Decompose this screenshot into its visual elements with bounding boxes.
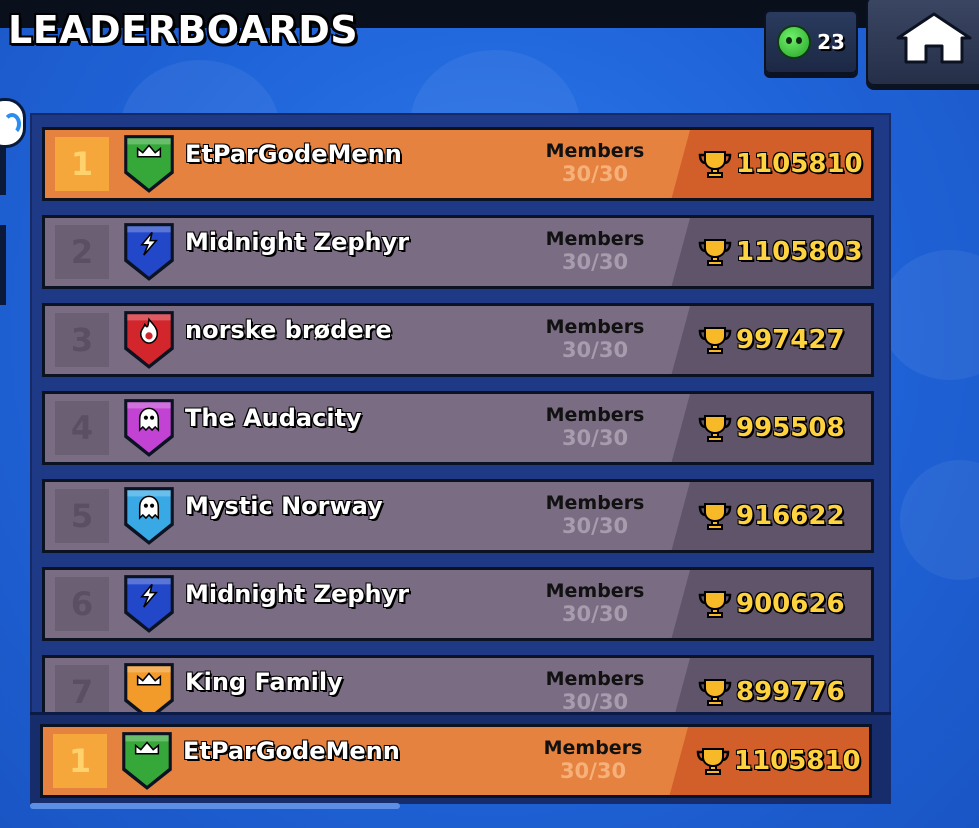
leaderboard-row[interactable]: 3 norske brødere Members 30/30 997427	[42, 303, 874, 377]
members-info: Members 30/30	[538, 737, 648, 783]
leaderboard-row[interactable]: 5 Mystic Norway Members 30/30 916622	[42, 479, 874, 553]
side-tab[interactable]	[0, 225, 6, 305]
members-label: Members	[545, 668, 645, 690]
members-info: Members 30/30	[540, 492, 650, 538]
leaderboard-row[interactable]: 4 The Audacity Members 30/30 995508	[42, 391, 874, 465]
club-name: norske brødere	[185, 316, 392, 344]
token-count: 23	[817, 30, 845, 54]
trophy-count: 997427	[736, 325, 845, 355]
rank-number: 7	[55, 665, 109, 719]
rank-number: 1	[53, 734, 107, 788]
trophy-count: 1105810	[734, 746, 861, 776]
club-name: King Family	[185, 668, 343, 696]
flame-badge-icon	[121, 308, 177, 374]
members-count: 30/30	[561, 690, 629, 714]
trophy-panel: 1105803	[670, 218, 871, 286]
trophy-panel: 1105810	[670, 130, 871, 198]
members-label: Members	[545, 404, 645, 426]
page-title: LEADERBOARDS	[8, 8, 359, 52]
members-count: 30/30	[561, 162, 629, 186]
trophy-count: 900626	[736, 589, 845, 619]
members-count: 30/30	[559, 759, 627, 783]
members-label: Members	[545, 492, 645, 514]
trophy-icon	[696, 748, 730, 775]
bolt-badge-icon	[121, 220, 177, 286]
trophy-panel: 1105810	[668, 727, 869, 795]
leaderboard-row[interactable]: 1 EtParGodeMenn Members 30/30 1105810	[42, 127, 874, 201]
members-count: 30/30	[561, 426, 629, 450]
bolt-badge-icon	[121, 572, 177, 638]
crown-badge-icon	[119, 729, 175, 795]
members-info: Members 30/30	[540, 140, 650, 186]
ghost-badge-icon	[121, 484, 177, 550]
members-label: Members	[543, 737, 643, 759]
rank-number: 6	[55, 577, 109, 631]
trophy-icon	[698, 239, 732, 266]
members-info: Members 30/30	[540, 228, 650, 274]
members-label: Members	[545, 228, 645, 250]
trophy-count: 995508	[736, 413, 845, 443]
trophy-panel: 916622	[670, 482, 871, 550]
members-label: Members	[545, 140, 645, 162]
trophy-icon	[698, 591, 732, 618]
trophy-panel: 995508	[670, 394, 871, 462]
club-name: Midnight Zephyr	[185, 228, 410, 256]
members-count: 30/30	[561, 514, 629, 538]
scrollbar[interactable]	[30, 803, 400, 809]
green-skull-token-icon	[777, 25, 812, 59]
members-info: Members 30/30	[540, 404, 650, 450]
trophy-count: 1105803	[736, 237, 863, 267]
leaderboard-row[interactable]: 6 Midnight Zephyr Members 30/30 900626	[42, 567, 874, 641]
club-name: Midnight Zephyr	[185, 580, 410, 608]
members-count: 30/30	[561, 602, 629, 626]
trophy-count: 899776	[736, 677, 845, 707]
trophy-icon	[698, 503, 732, 530]
rank-number: 5	[55, 489, 109, 543]
trophy-panel: 900626	[670, 570, 871, 638]
members-info: Members 30/30	[540, 668, 650, 714]
leaderboard-list[interactable]: 1 EtParGodeMenn Members 30/30 1105810 2 …	[30, 113, 891, 803]
background-skull-decoration	[900, 460, 979, 580]
trophy-count: 1105810	[736, 149, 863, 179]
members-label: Members	[545, 580, 645, 602]
trophy-icon	[698, 151, 732, 178]
club-name: Mystic Norway	[185, 492, 383, 520]
background-skull-decoration	[880, 250, 979, 380]
crown-badge-icon	[121, 132, 177, 198]
leaderboard-row[interactable]: 2 Midnight Zephyr Members 30/30 1105803	[42, 215, 874, 289]
trophy-icon	[698, 679, 732, 706]
trophy-count: 916622	[736, 501, 845, 531]
info-bubble-button[interactable]	[0, 98, 26, 148]
home-icon	[896, 12, 972, 64]
club-name: EtParGodeMenn	[183, 737, 400, 765]
trophy-icon	[698, 327, 732, 354]
trophy-icon	[698, 415, 732, 442]
members-count: 30/30	[561, 250, 629, 274]
members-label: Members	[545, 316, 645, 338]
club-name: The Audacity	[185, 404, 362, 432]
rank-number: 2	[55, 225, 109, 279]
home-button[interactable]	[866, 0, 979, 86]
members-info: Members 30/30	[540, 580, 650, 626]
members-count: 30/30	[561, 338, 629, 362]
side-tab[interactable]	[0, 145, 6, 195]
club-name: EtParGodeMenn	[185, 140, 402, 168]
rank-number: 1	[55, 137, 109, 191]
token-counter[interactable]: 23	[764, 10, 858, 74]
leaderboard-row[interactable]: 1 EtParGodeMenn Members 30/30 1105810	[40, 724, 872, 798]
members-info: Members 30/30	[540, 316, 650, 362]
rank-number: 3	[55, 313, 109, 367]
pinned-own-club-row: 1 EtParGodeMenn Members 30/30 1105810	[30, 712, 891, 804]
rank-number: 4	[55, 401, 109, 455]
trophy-panel: 997427	[670, 306, 871, 374]
ghost-badge-icon	[121, 396, 177, 462]
